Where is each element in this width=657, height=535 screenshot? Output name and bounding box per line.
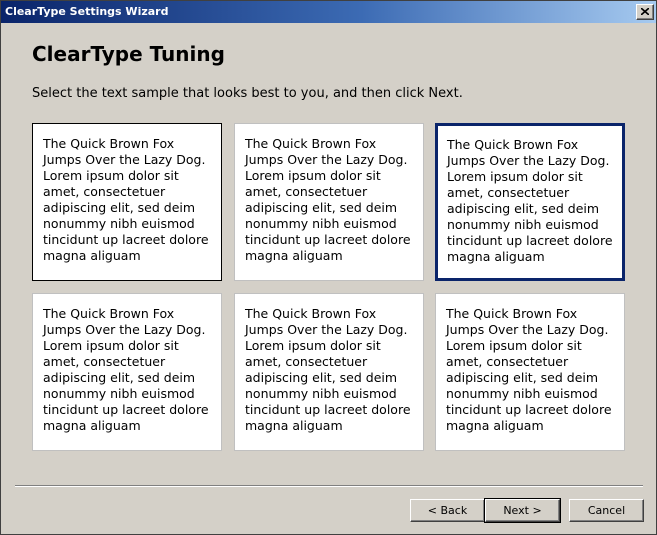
next-button[interactable]: Next >: [484, 498, 561, 523]
button-divider: [15, 485, 643, 487]
text-sample-5[interactable]: The Quick Brown Fox Jumps Over the Lazy …: [234, 293, 424, 451]
text-sample-4[interactable]: The Quick Brown Fox Jumps Over the Lazy …: [32, 293, 222, 451]
sample-text: The Quick Brown Fox Jumps Over the Lazy …: [43, 136, 209, 263]
window-title: ClearType Settings Wizard: [5, 5, 169, 18]
instruction-text: Select the text sample that looks best t…: [32, 86, 463, 101]
sample-text: The Quick Brown Fox Jumps Over the Lazy …: [245, 306, 411, 433]
text-sample-2[interactable]: The Quick Brown Fox Jumps Over the Lazy …: [234, 123, 424, 281]
text-sample-6[interactable]: The Quick Brown Fox Jumps Over the Lazy …: [435, 293, 625, 451]
text-sample-1[interactable]: The Quick Brown Fox Jumps Over the Lazy …: [32, 123, 222, 281]
sample-text: The Quick Brown Fox Jumps Over the Lazy …: [43, 306, 209, 433]
title-bar[interactable]: ClearType Settings Wizard: [1, 1, 656, 23]
sample-text: The Quick Brown Fox Jumps Over the Lazy …: [446, 306, 612, 433]
back-button[interactable]: < Back: [410, 499, 485, 522]
close-icon: [641, 8, 649, 15]
text-sample-3[interactable]: The Quick Brown Fox Jumps Over the Lazy …: [435, 123, 625, 281]
page-title: ClearType Tuning: [32, 42, 225, 66]
close-button[interactable]: [636, 4, 654, 20]
cancel-button[interactable]: Cancel: [569, 499, 644, 522]
wizard-window: ClearType Settings Wizard ClearType Tuni…: [0, 0, 657, 535]
sample-text: The Quick Brown Fox Jumps Over the Lazy …: [245, 136, 411, 263]
sample-text: The Quick Brown Fox Jumps Over the Lazy …: [447, 137, 613, 264]
